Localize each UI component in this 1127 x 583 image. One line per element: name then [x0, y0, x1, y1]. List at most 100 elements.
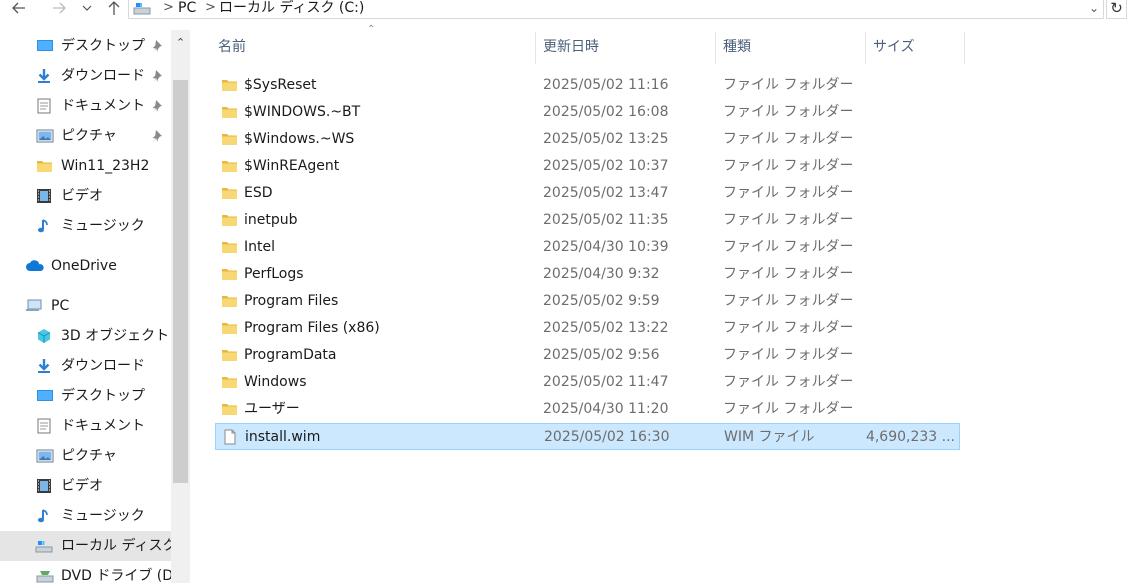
file-name: inetpub	[244, 212, 298, 228]
refresh-button[interactable]: ↻	[1106, 0, 1127, 19]
column-divider[interactable]	[535, 32, 536, 64]
file-row[interactable]: ユーザー 2025/04/30 11:20 ファイル フォルダー	[215, 396, 960, 423]
nav-item[interactable]: ドキュメント	[0, 91, 172, 121]
file-row[interactable]: ProgramData 2025/05/02 9:56 ファイル フォルダー	[215, 342, 960, 369]
file-row[interactable]: $Windows.~WS 2025/05/02 13:25 ファイル フォルダー	[215, 126, 960, 153]
nav-item[interactable]: PC	[0, 291, 172, 321]
file-date: 2025/05/02 9:56	[543, 347, 660, 363]
file-row[interactable]: Program Files (x86) 2025/05/02 13:22 ファイル …	[215, 315, 960, 342]
file-type: ファイル フォルダー	[723, 374, 854, 390]
file-type: ファイル フォルダー	[723, 158, 854, 174]
file-row[interactable]: Intel 2025/04/30 10:39 ファイル フォルダー	[215, 234, 960, 261]
file-date: 2025/05/02 10:37	[543, 158, 669, 174]
address-bar[interactable]: > PC > ローカル ディスク (C:) ⌄	[128, 0, 1104, 19]
column-header-date[interactable]: 更新日時	[543, 32, 599, 62]
nav-scrollbar[interactable]: ⌃	[171, 30, 190, 583]
nav-item[interactable]: デスクトップ	[0, 31, 172, 61]
recent-locations-button[interactable]	[78, 0, 96, 20]
nav-item[interactable]: ダウンロード	[0, 351, 172, 381]
document-icon	[36, 418, 53, 434]
forward-button[interactable]	[48, 0, 70, 20]
folder-icon	[221, 239, 237, 255]
folder-icon	[221, 401, 237, 417]
nav-item-label: ドキュメント	[61, 98, 145, 114]
nav-item-label: ダウンロード	[61, 358, 145, 374]
file-row[interactable]: Windows 2025/05/02 11:47 ファイル フォルダー	[215, 369, 960, 396]
file-type: ファイル フォルダー	[723, 239, 854, 255]
file-row[interactable]: ESD 2025/05/02 13:47 ファイル フォルダー	[215, 180, 960, 207]
column-divider[interactable]	[865, 32, 866, 64]
breadcrumb-pc[interactable]: PC	[178, 0, 196, 16]
back-button[interactable]	[8, 0, 30, 20]
file-row[interactable]: $SysReset 2025/05/02 11:16 ファイル フォルダー	[215, 72, 960, 99]
nav-item[interactable]: OneDrive	[0, 251, 172, 281]
desktop-icon	[36, 38, 53, 54]
folder-icon	[221, 293, 237, 309]
file-name: $WinREAgent	[244, 158, 340, 174]
column-header-name[interactable]: 名前	[218, 32, 246, 62]
file-row[interactable]: install.wim 2025/05/02 16:30 WIM ファイル 4,690…	[215, 423, 960, 450]
nav-item[interactable]: ビデオ	[0, 471, 172, 501]
column-header-size[interactable]: サイズ	[873, 32, 915, 62]
file-type: ファイル フォルダー	[723, 293, 854, 309]
nav-item[interactable]: ローカル ディスク (C	[0, 531, 190, 561]
3d-objects-icon	[36, 328, 53, 344]
file-row[interactable]: Program Files 2025/05/02 9:59 ファイル フォルダー	[215, 288, 960, 315]
folder-icon	[221, 158, 237, 174]
nav-item[interactable]: ダウンロード	[0, 61, 172, 91]
breadcrumb-local-disk[interactable]: ローカル ディスク (C:)	[219, 0, 364, 16]
folder-icon	[221, 266, 237, 282]
nav-item[interactable]: ミュージック	[0, 501, 172, 531]
folder-icon	[221, 104, 237, 120]
file-name: $WINDOWS.~BT	[244, 104, 361, 120]
file-type: WIM ファイル	[724, 429, 815, 445]
file-row[interactable]: inetpub 2025/05/02 11:35 ファイル フォルダー	[215, 207, 960, 234]
nav-item[interactable]: ミュージック	[0, 211, 172, 241]
folder-icon	[221, 374, 237, 390]
video-icon	[36, 188, 53, 204]
column-header-type[interactable]: 種類	[723, 32, 751, 62]
file-name: Program Files (x86)	[244, 320, 380, 336]
file-type: ファイル フォルダー	[723, 131, 854, 147]
column-divider[interactable]	[964, 32, 965, 64]
nav-item[interactable]: 3D オブジェクト	[0, 321, 172, 351]
file-date: 2025/04/30 9:32	[543, 266, 660, 282]
nav-item-label: ビデオ	[61, 478, 103, 494]
nav-item[interactable]: デスクトップ	[0, 381, 172, 411]
scrollbar-thumb[interactable]	[173, 80, 188, 483]
file-name: PerfLogs	[244, 266, 304, 282]
pin-icon	[151, 39, 165, 53]
file-name: ProgramData	[244, 347, 337, 363]
nav-item[interactable]: ピクチャ	[0, 441, 172, 471]
nav-item[interactable]: ドキュメント	[0, 411, 172, 441]
pin-icon	[151, 69, 165, 83]
folder-icon	[221, 320, 237, 336]
file-date: 2025/05/02 13:47	[543, 185, 669, 201]
up-arrow-icon	[108, 1, 120, 15]
folder-icon	[221, 347, 237, 363]
sort-ascending-icon: ⌃	[367, 24, 376, 35]
up-button[interactable]	[103, 0, 125, 20]
file-size: 4,690,233 ...	[865, 429, 955, 445]
nav-item-label: デスクトップ	[61, 38, 145, 54]
nav-item[interactable]: ピクチャ	[0, 121, 172, 151]
nav-item-label: デスクトップ	[61, 388, 145, 404]
column-divider[interactable]	[715, 32, 716, 64]
file-name: ESD	[244, 185, 273, 201]
file-date: 2025/05/02 9:59	[543, 293, 660, 309]
file-row[interactable]: PerfLogs 2025/04/30 9:32 ファイル フォルダー	[215, 261, 960, 288]
file-name: Intel	[244, 239, 275, 255]
nav-item-label: OneDrive	[51, 258, 117, 274]
download-icon	[36, 68, 53, 84]
forward-arrow-icon	[53, 2, 66, 14]
file-type: ファイル フォルダー	[723, 77, 854, 93]
folder-icon	[221, 212, 237, 228]
file-row[interactable]: $WINDOWS.~BT 2025/05/02 16:08 ファイル フォルダー	[215, 99, 960, 126]
address-dropdown-icon[interactable]: ⌄	[1089, 0, 1099, 16]
nav-item[interactable]: Win11_23H2	[0, 151, 172, 181]
nav-item[interactable]: DVD ドライブ (D:)	[0, 561, 183, 583]
scroll-up-icon[interactable]: ⌃	[171, 30, 190, 56]
nav-item[interactable]: ビデオ	[0, 181, 172, 211]
nav-item-label: ミュージック	[61, 508, 145, 524]
file-row[interactable]: $WinREAgent 2025/05/02 10:37 ファイル フォルダー	[215, 153, 960, 180]
